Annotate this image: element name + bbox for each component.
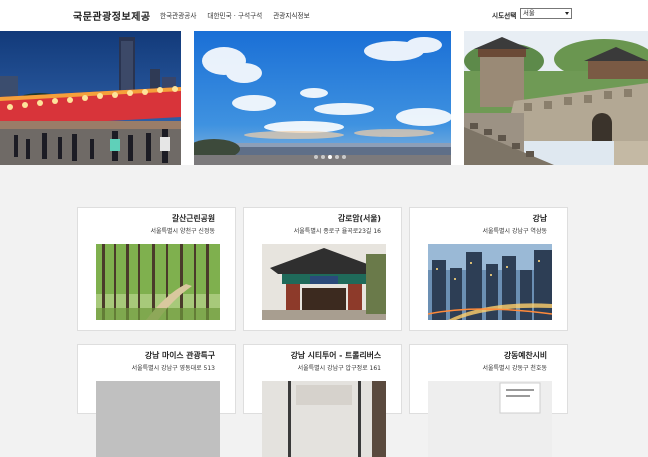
card-address: 서울특별시 강남구 역삼동 — [482, 228, 547, 235]
attraction-card[interactable]: 감로암(서울) 서울특별시 종로구 율곡로23길 16 — [243, 207, 402, 331]
carousel-dot-1[interactable] — [314, 155, 318, 159]
card-image[interactable] — [96, 381, 220, 457]
attraction-card[interactable]: 강남 시티투어 - 트롤리버스 서울특별시 강남구 압구정로 161 — [243, 344, 402, 457]
attraction-card[interactable]: 강남 서울특별시 강남구 역삼동 — [409, 207, 568, 331]
attraction-card[interactable]: 갈산근린공원 서울특별시 양천구 신정동 — [77, 207, 236, 331]
card-image[interactable] — [262, 381, 386, 457]
region-select-value: 서울 — [523, 9, 535, 17]
nav-link-tourism-knowledge[interactable]: 관광지식정보 — [273, 10, 309, 20]
nav-link-korea-everywhere[interactable]: 대한민국 · 구석구석 — [207, 10, 262, 20]
card-image[interactable] — [96, 244, 220, 320]
chevron-down-icon — [565, 12, 569, 15]
carousel-dots — [314, 155, 346, 159]
card-image[interactable] — [262, 244, 386, 320]
attraction-card[interactable]: 강남 마이스 관광특구 서울특별시 강남구 영동대로 513 — [77, 344, 236, 457]
region-select[interactable]: 서울 — [520, 8, 572, 19]
hero-carousel — [0, 31, 648, 165]
hero-slide-night-market[interactable] — [0, 31, 181, 165]
top-header: 국문관광정보제공 한국관광공사 대한민국 · 구석구석 관광지식정보 시도선택 … — [0, 0, 648, 31]
carousel-dot-3[interactable] — [328, 155, 332, 159]
carousel-dot-2[interactable] — [321, 155, 325, 159]
nav-link-kto[interactable]: 한국관광공사 — [160, 10, 196, 20]
card-title[interactable]: 강동예찬시비 — [504, 350, 547, 361]
card-address: 서울특별시 강남구 압구정로 161 — [297, 365, 381, 372]
attraction-card[interactable]: 강동예찬시비 서울특별시 강동구 천호동 — [409, 344, 568, 457]
card-title[interactable]: 강남 시티투어 - 트롤리버스 — [291, 350, 381, 361]
card-image[interactable] — [428, 244, 552, 320]
carousel-dot-5[interactable] — [342, 155, 346, 159]
card-address: 서울특별시 강동구 천호동 — [482, 365, 547, 372]
site-logo[interactable]: 국문관광정보제공 — [73, 8, 151, 23]
region-select-label: 시도선택 — [492, 12, 517, 20]
hero-slide-fortress-wall[interactable] — [464, 31, 648, 165]
card-title[interactable]: 강남 — [533, 213, 547, 224]
main-nav: 한국관광공사 대한민국 · 구석구석 관광지식정보 — [160, 10, 310, 20]
carousel-dot-4[interactable] — [335, 155, 339, 159]
card-title[interactable]: 갈산근린공원 — [172, 213, 215, 224]
card-title[interactable]: 강남 마이스 관광특구 — [145, 350, 215, 361]
card-title[interactable]: 감로암(서울) — [338, 213, 381, 224]
card-image[interactable] — [428, 381, 552, 457]
card-address: 서울특별시 종로구 율곡로23길 16 — [293, 228, 381, 235]
card-address: 서울특별시 양천구 신정동 — [150, 228, 215, 235]
card-address: 서울특별시 강남구 영동대로 513 — [131, 365, 215, 372]
hero-slide-seaside-sky[interactable] — [194, 31, 451, 165]
